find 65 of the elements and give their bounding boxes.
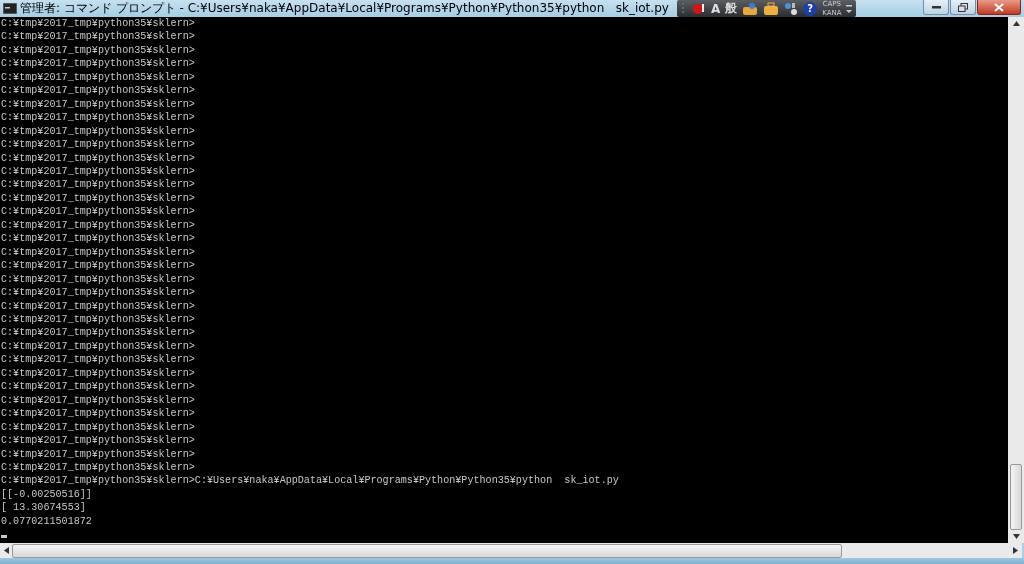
minimize-button[interactable] [923,0,949,15]
console-line: C:¥tmp¥2017_tmp¥python35¥sklern> [1,124,195,139]
console-line: C:¥tmp¥2017_tmp¥python35¥sklern> [1,97,195,112]
console-line: C:¥tmp¥2017_tmp¥python35¥sklern> [1,232,195,246]
help-button[interactable]: ? [803,1,818,16]
console-line: C:¥tmp¥2017_tmp¥python35¥sklern> [1,299,195,313]
maximize-button[interactable] [950,0,976,15]
console-line: C:¥tmp¥2017_tmp¥python35¥sklern> [1,165,195,179]
console-line: C:¥tmp¥2017_tmp¥python35¥sklern> [1,191,195,206]
conversion-mode-indicator[interactable]: 般 [725,0,738,17]
input-mode-indicator[interactable]: A [710,1,721,16]
console-line: C:¥tmp¥2017_tmp¥python35¥sklern> [1,366,195,381]
console-line: C:¥tmp¥2017_tmp¥python35¥sklern> [1,339,195,354]
console-line: C:¥tmp¥2017_tmp¥python35¥sklern> [1,259,195,273]
console-line: C:¥tmp¥2017_tmp¥python35¥sklern> [1,393,195,408]
console-line: C:¥tmp¥2017_tmp¥python35¥sklern> [1,380,195,394]
restore-icon [958,2,968,12]
console-line: C:¥tmp¥2017_tmp¥python35¥sklern> [1,30,195,44]
console-line: C:¥tmp¥2017_tmp¥python35¥sklern> [1,218,195,233]
scroll-right-icon[interactable] [1013,547,1018,554]
console-line: C:¥tmp¥2017_tmp¥python35¥sklern> [1,138,195,152]
tools-icon[interactable] [784,1,799,16]
window-title: 管理者: コマンド プロンプト - C:¥Users¥naka¥AppData¥Local¥Programs¥Python¥Python35¥python sk_iot.py [20,0,669,17]
console-line: C:¥tmp¥2017_tmp¥python35¥sklern> [1,353,195,367]
console-line: C:¥tmp¥2017_tmp¥python35¥sklern> [1,434,195,448]
ime-status-icon[interactable] [691,1,706,16]
console-line: C:¥tmp¥2017_tmp¥python35¥sklern> [1,43,195,58]
console-line: C:¥tmp¥2017_tmp¥python35¥sklern> [1,205,195,219]
scroll-thumb[interactable] [12,543,842,558]
minimize-icon[interactable] [846,3,853,8]
console-line: [ 13.30674553] [1,501,86,515]
console-app-icon [3,3,17,14]
console-line: C:¥tmp¥2017_tmp¥python35¥sklern> [1,447,195,461]
minimize-icon [931,5,941,9]
console-line: 0.0770211501872 [1,514,92,529]
console-line: C:¥tmp¥2017_tmp¥python35¥sklern> [1,245,195,260]
briefcase-icon[interactable] [763,1,780,16]
console-line: C:¥tmp¥2017_tmp¥python35¥sklern> [1,420,195,435]
console-line: C:¥tmp¥2017_tmp¥python35¥sklern> [1,178,195,192]
text-cursor [1,535,7,539]
vertical-scrollbar[interactable] [1008,17,1024,543]
close-icon [994,2,1004,12]
dropdown-caret-icon[interactable] [846,9,853,14]
console-line: C:¥tmp¥2017_tmp¥python35¥sklern> [1,286,195,300]
scroll-up-icon[interactable] [1012,21,1020,26]
console-line: C:¥tmp¥2017_tmp¥python35¥sklern> [1,151,195,165]
console-line: [[-0.00250516]] [1,487,92,502]
horizontal-scrollbar[interactable] [0,543,1022,558]
close-button[interactable] [977,0,1021,15]
scroll-left-icon[interactable] [4,547,9,554]
scroll-down-icon[interactable] [1012,534,1020,539]
console-line: C:¥tmp¥2017_tmp¥python35¥sklern> [1,84,195,98]
console-line: C:¥tmp¥2017_tmp¥python35¥sklern> [1,57,195,71]
console-line: C:¥tmp¥2017_tmp¥python35¥sklern> [1,460,195,475]
console-line: C:¥tmp¥2017_tmp¥python35¥sklern> [1,111,195,125]
toolbox-icon[interactable] [742,1,759,16]
console-line: C:¥tmp¥2017_tmp¥python35¥sklern> [1,17,195,31]
console-line: C:¥tmp¥2017_tmp¥python35¥sklern> [1,312,195,327]
scroll-thumb[interactable] [1010,464,1022,530]
console-line: C:¥tmp¥2017_tmp¥python35¥sklern> [1,272,195,287]
console-line: C:¥tmp¥2017_tmp¥python35¥sklern> [1,70,195,85]
console-line: C:¥tmp¥2017_tmp¥python35¥sklern> [1,407,195,421]
grip-icon[interactable] [680,1,687,16]
console-line: C:¥tmp¥2017_tmp¥python35¥sklern> [1,326,195,340]
console-line: C:¥tmp¥2017_tmp¥python35¥sklern>C:¥Users¥naka¥AppData¥Local¥Programs¥Python¥Python35¥python sk_iot.py [1,474,619,488]
